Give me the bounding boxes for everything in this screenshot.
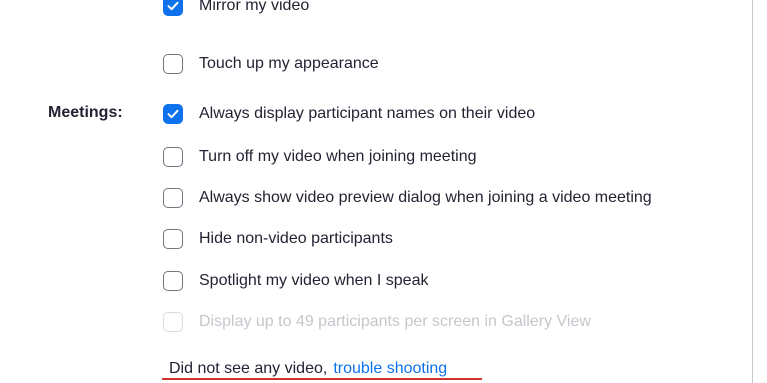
- checkmark-icon: [167, 1, 179, 11]
- display-participant-names-checkbox[interactable]: [163, 104, 183, 124]
- spotlight-video-label: Spotlight my video when I speak: [199, 272, 429, 289]
- touch-up-appearance-checkbox[interactable]: [163, 54, 183, 74]
- mirror-video-option[interactable]: Mirror my video: [163, 0, 309, 18]
- annotation-underline: [162, 378, 482, 380]
- video-preview-dialog-label: Always show video preview dialog when jo…: [199, 189, 652, 206]
- spotlight-video-option[interactable]: Spotlight my video when I speak: [163, 269, 428, 293]
- trouble-shooting-link[interactable]: trouble shooting: [333, 360, 447, 377]
- gallery-view-49-checkbox: [163, 312, 183, 332]
- turn-off-video-option[interactable]: Turn off my video when joining meeting: [163, 145, 476, 169]
- gallery-view-49-label: Display up to 49 participants per screen…: [199, 313, 591, 330]
- touch-up-appearance-option[interactable]: Touch up my appearance: [163, 52, 379, 76]
- troubleshoot-text: Did not see any video,: [169, 360, 328, 377]
- panel-right-border: [752, 0, 753, 383]
- checkmark-icon: [167, 109, 179, 119]
- turn-off-video-checkbox[interactable]: [163, 147, 183, 167]
- turn-off-video-label: Turn off my video when joining meeting: [199, 148, 477, 165]
- mirror-video-label: Mirror my video: [199, 0, 310, 14]
- gallery-view-49-option: Display up to 49 participants per screen…: [163, 310, 591, 334]
- touch-up-appearance-label: Touch up my appearance: [199, 55, 379, 72]
- mirror-video-checkbox[interactable]: [163, 0, 183, 16]
- meetings-section-label: Meetings:: [48, 104, 123, 121]
- hide-non-video-label: Hide non-video participants: [199, 230, 393, 247]
- hide-non-video-checkbox[interactable]: [163, 229, 183, 249]
- display-participant-names-label: Always display participant names on thei…: [199, 105, 536, 122]
- video-preview-dialog-checkbox[interactable]: [163, 188, 183, 208]
- video-preview-dialog-option[interactable]: Always show video preview dialog when jo…: [163, 186, 652, 210]
- spotlight-video-checkbox[interactable]: [163, 271, 183, 291]
- hide-non-video-option[interactable]: Hide non-video participants: [163, 227, 393, 251]
- display-participant-names-option[interactable]: Always display participant names on thei…: [163, 102, 535, 126]
- troubleshoot-line: Did not see any video, trouble shooting: [169, 360, 447, 378]
